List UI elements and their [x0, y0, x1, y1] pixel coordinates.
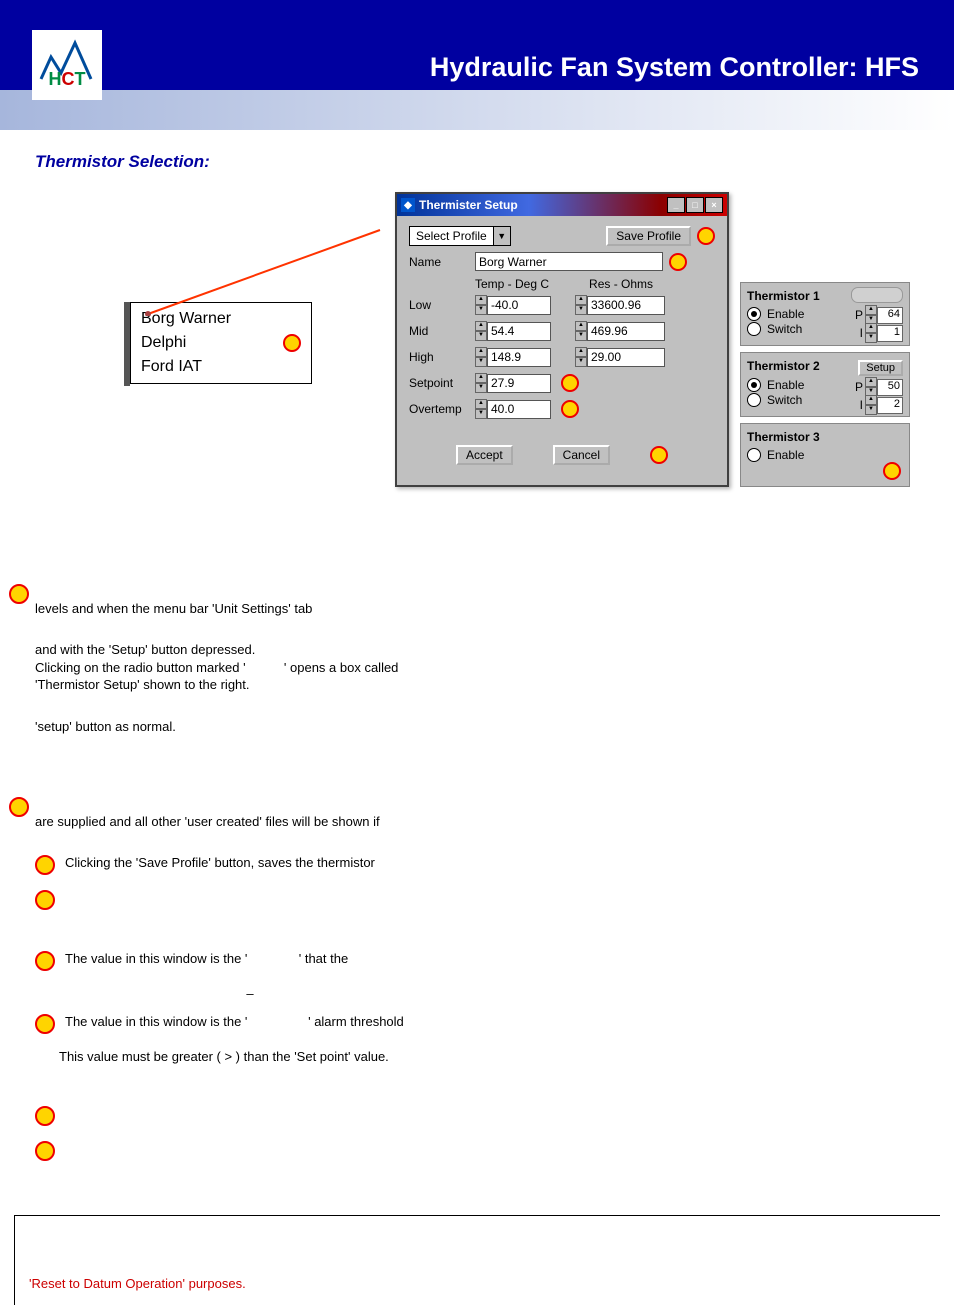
- profile-option[interactable]: Delphi: [141, 331, 186, 355]
- high-temp-input[interactable]: [487, 348, 551, 367]
- low-label: Low: [409, 298, 469, 312]
- low-temp-input[interactable]: [487, 296, 551, 315]
- thermistor-panels: Thermistor 1 Enable P▲▼64 Switch I▲▼1 Th…: [740, 282, 910, 493]
- paragraph: are supplied and all other 'user created…: [35, 795, 465, 830]
- logo: HCT: [32, 30, 102, 100]
- sub-banner: [0, 90, 954, 130]
- note-line: This value must be greater ( > ) than th…: [59, 1048, 465, 1066]
- cancel-button[interactable]: Cancel: [553, 445, 610, 465]
- callout-marker: [35, 1014, 55, 1034]
- setup-button[interactable]: Setup: [858, 360, 903, 376]
- slot: [851, 287, 903, 303]
- page-title: Hydraulic Fan System Controller: HFS: [430, 52, 919, 83]
- callout-marker: [35, 951, 55, 971]
- maximize-button[interactable]: □: [686, 197, 704, 213]
- name-label: Name: [409, 255, 469, 269]
- figure-area: Borg Warner Delphi Ford IAT ◆ Thermister…: [0, 192, 954, 552]
- high-res-input[interactable]: [587, 348, 665, 367]
- app-icon: ◆: [401, 198, 415, 212]
- res-header: Res - Ohms: [589, 277, 653, 291]
- overtemp-input[interactable]: [487, 400, 551, 419]
- callout-marker: [9, 584, 29, 604]
- callout-marker: [883, 462, 901, 480]
- accept-button[interactable]: Accept: [456, 445, 513, 465]
- callout-marker: [35, 1106, 55, 1126]
- paragraph: and with the 'Setup' button depressed. C…: [35, 641, 465, 694]
- dash: –: [35, 985, 465, 1003]
- paragraph: 'setup' button as normal.: [35, 718, 465, 736]
- chevron-down-icon[interactable]: ▼: [493, 227, 510, 245]
- overtemp-label: Overtemp: [409, 402, 469, 416]
- callout-line: [140, 226, 390, 316]
- dialog-titlebar: ◆ Thermister Setup _ □ ×: [397, 194, 727, 216]
- setpoint-label: Setpoint: [409, 376, 469, 390]
- paragraph: Clicking the 'Save Profile' button, save…: [35, 854, 465, 875]
- paragraph: levels and when the menu bar 'Unit Setti…: [35, 582, 465, 617]
- low-res-input[interactable]: [587, 296, 665, 315]
- close-button[interactable]: ×: [705, 197, 723, 213]
- profile-option[interactable]: Ford IAT: [141, 355, 202, 379]
- save-profile-button[interactable]: Save Profile: [606, 226, 691, 246]
- body-text: levels and when the menu bar 'Unit Setti…: [35, 582, 919, 1175]
- select-profile[interactable]: Select Profile ▼: [409, 226, 511, 246]
- thermistor-3-panel: Thermistor 3 Enable: [740, 423, 910, 487]
- mid-temp-input[interactable]: [487, 322, 551, 341]
- callout-marker: [561, 374, 579, 392]
- paragraph: [35, 889, 465, 910]
- callout-marker: [561, 400, 579, 418]
- callout-marker: [35, 1141, 55, 1161]
- section-title: Thermistor Selection:: [35, 152, 954, 172]
- callout-marker: [650, 446, 668, 464]
- callout-marker: [9, 797, 29, 817]
- mid-res-input[interactable]: [587, 322, 665, 341]
- callout-marker: [35, 890, 55, 910]
- name-input[interactable]: [475, 252, 663, 271]
- callout-marker: [697, 227, 715, 245]
- minimize-button[interactable]: _: [667, 197, 685, 213]
- paragraph: The value in this window is the 'Over te…: [35, 1013, 465, 1034]
- banner: HCT Hydraulic Fan System Controller: HFS: [0, 0, 954, 90]
- high-label: High: [409, 350, 469, 364]
- thermistor-setup-dialog: ◆ Thermister Setup _ □ × Select Profile …: [395, 192, 729, 487]
- thermistor-2-panel: Thermistor 2 Setup Enable P▲▼50 Switch I…: [740, 352, 910, 417]
- svg-text:HCT: HCT: [49, 69, 86, 89]
- paragraph: [35, 1140, 465, 1161]
- callout-marker: [283, 334, 301, 352]
- setpoint-input[interactable]: [487, 374, 551, 393]
- temp-header: Temp - Deg C: [475, 277, 549, 291]
- mid-label: Mid: [409, 324, 469, 338]
- paragraph: The value in this window is the 'Set poi…: [35, 950, 465, 971]
- enable-radio[interactable]: Enable: [747, 448, 903, 462]
- note-box: 'Reset to Datum Operation' purposes.: [14, 1215, 940, 1305]
- callout-marker: [35, 855, 55, 875]
- paragraph: [35, 1105, 465, 1126]
- dialog-title-text: Thermister Setup: [419, 198, 518, 212]
- callout-marker: [669, 253, 687, 271]
- thermistor-1-panel: Thermistor 1 Enable P▲▼64 Switch I▲▼1: [740, 282, 910, 346]
